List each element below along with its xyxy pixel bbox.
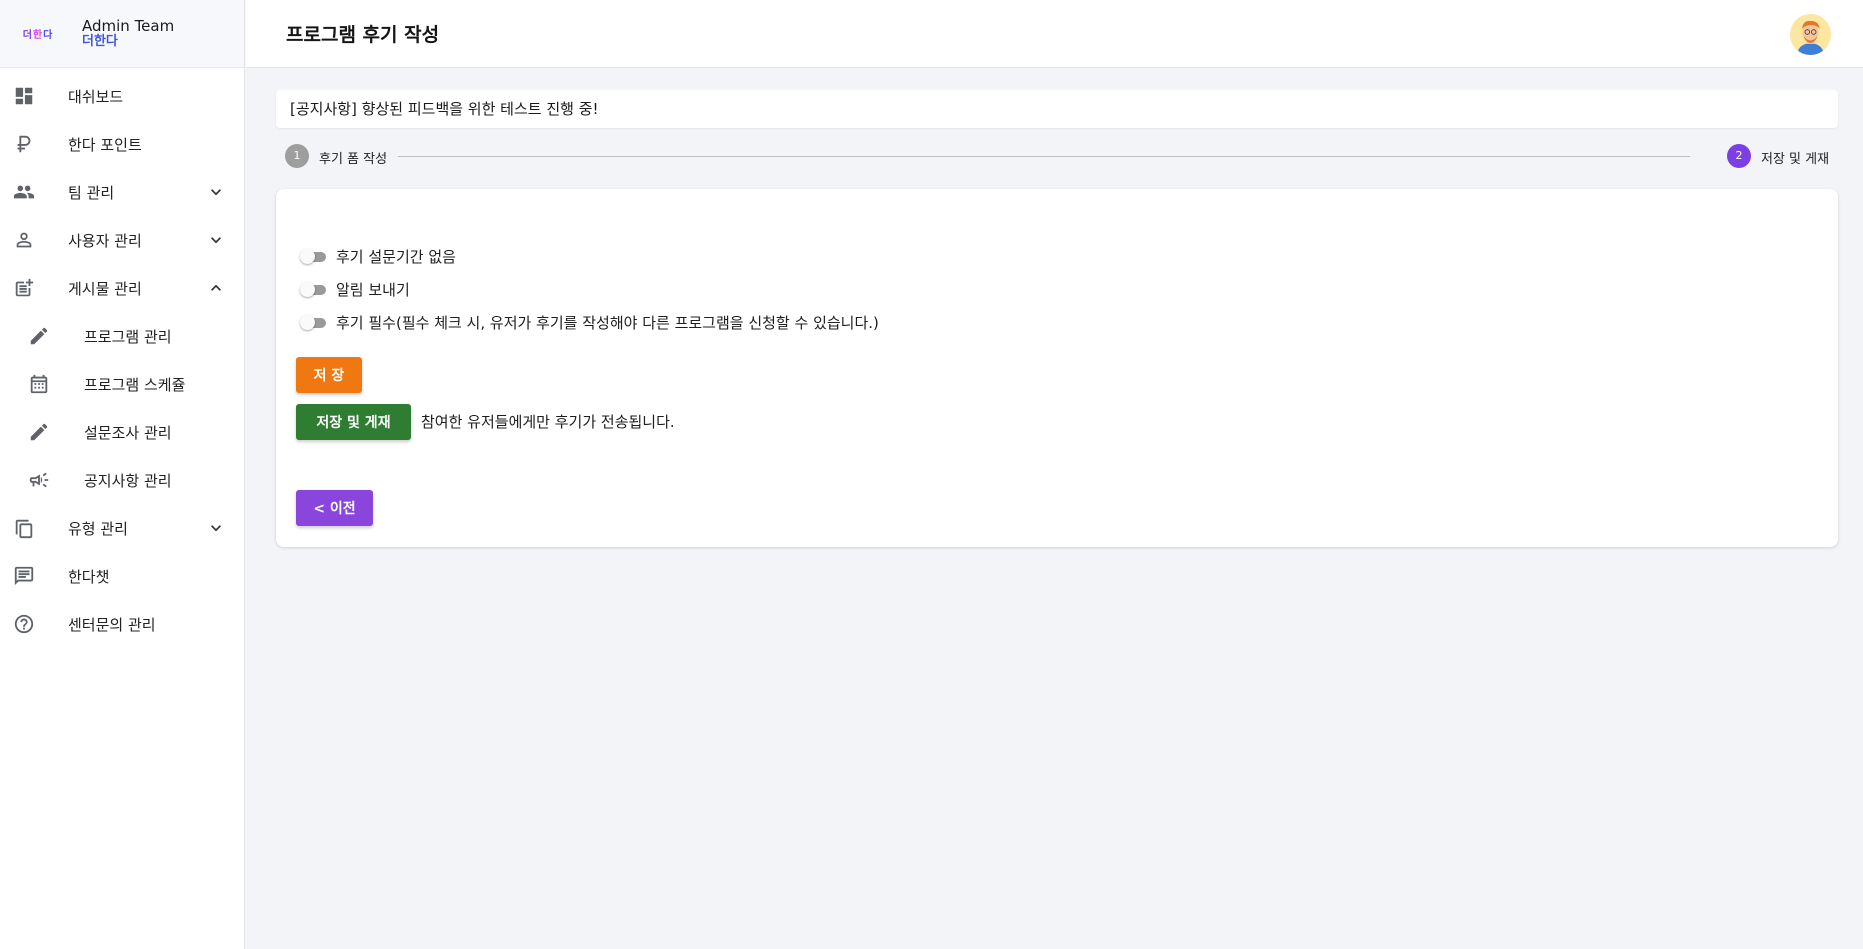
sidebar-item-label: 프로그램 스케쥴 <box>84 375 186 394</box>
step-number: 1 <box>285 144 309 168</box>
sidebar-item-label: 팀 관리 <box>68 183 115 202</box>
toggle-label: 후기 필수(필수 체크 시, 유저가 후기를 작성해야 다른 프로그램을 신청할… <box>336 313 879 332</box>
sidebar-item-label: 센터문의 관리 <box>68 615 156 634</box>
person-icon <box>13 229 35 251</box>
megaphone-icon <box>28 469 50 491</box>
post-add-icon <box>13 277 35 299</box>
sidebar-item-chat[interactable]: 한다챗 <box>0 552 244 600</box>
toggle-label: 알림 보내기 <box>336 280 410 299</box>
sidebar-item-inquiry[interactable]: 센터문의 관리 <box>0 600 244 648</box>
pencil-icon <box>28 325 50 347</box>
sidebar-item-label: 프로그램 관리 <box>84 327 172 346</box>
publish-form-card: 후기 설문기간 없음 알림 보내기 후기 필수(필수 체크 시, 유저가 후기를… <box>276 189 1838 547</box>
user-avatar-icon <box>1790 14 1831 55</box>
sidebar-item-types[interactable]: 유형 관리 <box>0 504 244 552</box>
sidebar-item-label: 설문조사 관리 <box>84 423 172 442</box>
step-label: 저장 및 게재 <box>1761 152 1830 167</box>
logo-letter: 더 <box>22 30 33 41</box>
sidebar-subitem-notice[interactable]: 공지사항 관리 <box>0 456 244 504</box>
logo-letter: 한 <box>32 30 44 41</box>
review-required-switch[interactable] <box>300 315 328 330</box>
sidebar-item-posts[interactable]: 게시물 관리 <box>0 264 244 312</box>
sidebar-item-label: 유형 관리 <box>68 519 128 538</box>
brand-header[interactable]: 더한다 Admin Team 더한다 <box>0 0 244 68</box>
chevron-down-icon[interactable] <box>206 230 226 250</box>
sidebar-item-team[interactable]: 팀 관리 <box>0 168 244 216</box>
logo-letter: 다 <box>43 30 54 41</box>
sidebar-nav: 대쉬보드 한다 포인트 팀 관리 사용자 관리 게시물 관리 프로그램 관리 프… <box>0 68 244 648</box>
toggle-label: 후기 설문기간 없음 <box>336 247 456 266</box>
sidebar-item-label: 한다 포인트 <box>68 135 142 154</box>
pencil-icon <box>28 421 50 443</box>
copy-icon <box>13 517 35 539</box>
page-title: 프로그램 후기 작성 <box>286 24 440 46</box>
chevron-down-icon[interactable] <box>206 518 226 538</box>
avatar[interactable] <box>1790 14 1831 55</box>
notice-banner: [공지사항] 향상된 피드백을 위한 테스트 진행 중! <box>276 90 1838 128</box>
send-notification-switch[interactable] <box>300 282 328 297</box>
step-connector <box>398 156 1690 157</box>
top-bar: 프로그램 후기 작성 <box>246 0 1863 68</box>
publish-note: 참여한 유저들에게만 후기가 전송됩니다. <box>421 413 675 431</box>
chevron-up-icon[interactable] <box>206 278 226 298</box>
brand-logo: 더한다 <box>20 24 56 44</box>
toggle-row-review-required: 후기 필수(필수 체크 시, 유저가 후기를 작성해야 다른 프로그램을 신청할… <box>300 312 879 332</box>
sidebar-item-label: 사용자 관리 <box>68 231 142 250</box>
ruble-icon <box>13 133 35 155</box>
people-icon <box>13 181 35 203</box>
stepper: 1 후기 폼 작성 2 저장 및 게재 <box>285 144 1830 168</box>
sidebar-subitem-program[interactable]: 프로그램 관리 <box>0 312 244 360</box>
chevron-down-icon[interactable] <box>206 182 226 202</box>
save-button[interactable]: 저 장 <box>296 357 362 393</box>
sidebar-item-label: 게시물 관리 <box>68 279 142 298</box>
toggle-row-no-survey-period: 후기 설문기간 없음 <box>300 246 456 266</box>
calendar-icon <box>28 373 50 395</box>
sidebar: 더한다 Admin Team 더한다 대쉬보드 한다 포인트 팀 관리 사용자 … <box>0 0 245 949</box>
sidebar-item-label: 한다챗 <box>68 567 110 586</box>
sidebar-item-users[interactable]: 사용자 관리 <box>0 216 244 264</box>
dashboard-icon <box>13 85 35 107</box>
brand-subtitle: 더한다 <box>82 33 118 49</box>
sidebar-subitem-survey[interactable]: 설문조사 관리 <box>0 408 244 456</box>
save-and-publish-button[interactable]: 저장 및 게재 <box>296 404 411 440</box>
previous-button[interactable]: < 이전 <box>296 490 373 526</box>
sidebar-item-dashboard[interactable]: 대쉬보드 <box>0 72 244 120</box>
help-icon <box>13 613 35 635</box>
sidebar-item-label: 대쉬보드 <box>68 87 124 106</box>
sidebar-item-handa-point[interactable]: 한다 포인트 <box>0 120 244 168</box>
chat-icon <box>13 565 35 587</box>
no-survey-period-switch[interactable] <box>300 249 328 264</box>
step-label: 후기 폼 작성 <box>319 152 388 167</box>
step-number: 2 <box>1727 144 1751 168</box>
sidebar-subitem-schedule[interactable]: 프로그램 스케쥴 <box>0 360 244 408</box>
brand-title: Admin Team <box>82 16 175 35</box>
sidebar-item-label: 공지사항 관리 <box>84 471 172 490</box>
toggle-row-send-notification: 알림 보내기 <box>300 279 410 299</box>
